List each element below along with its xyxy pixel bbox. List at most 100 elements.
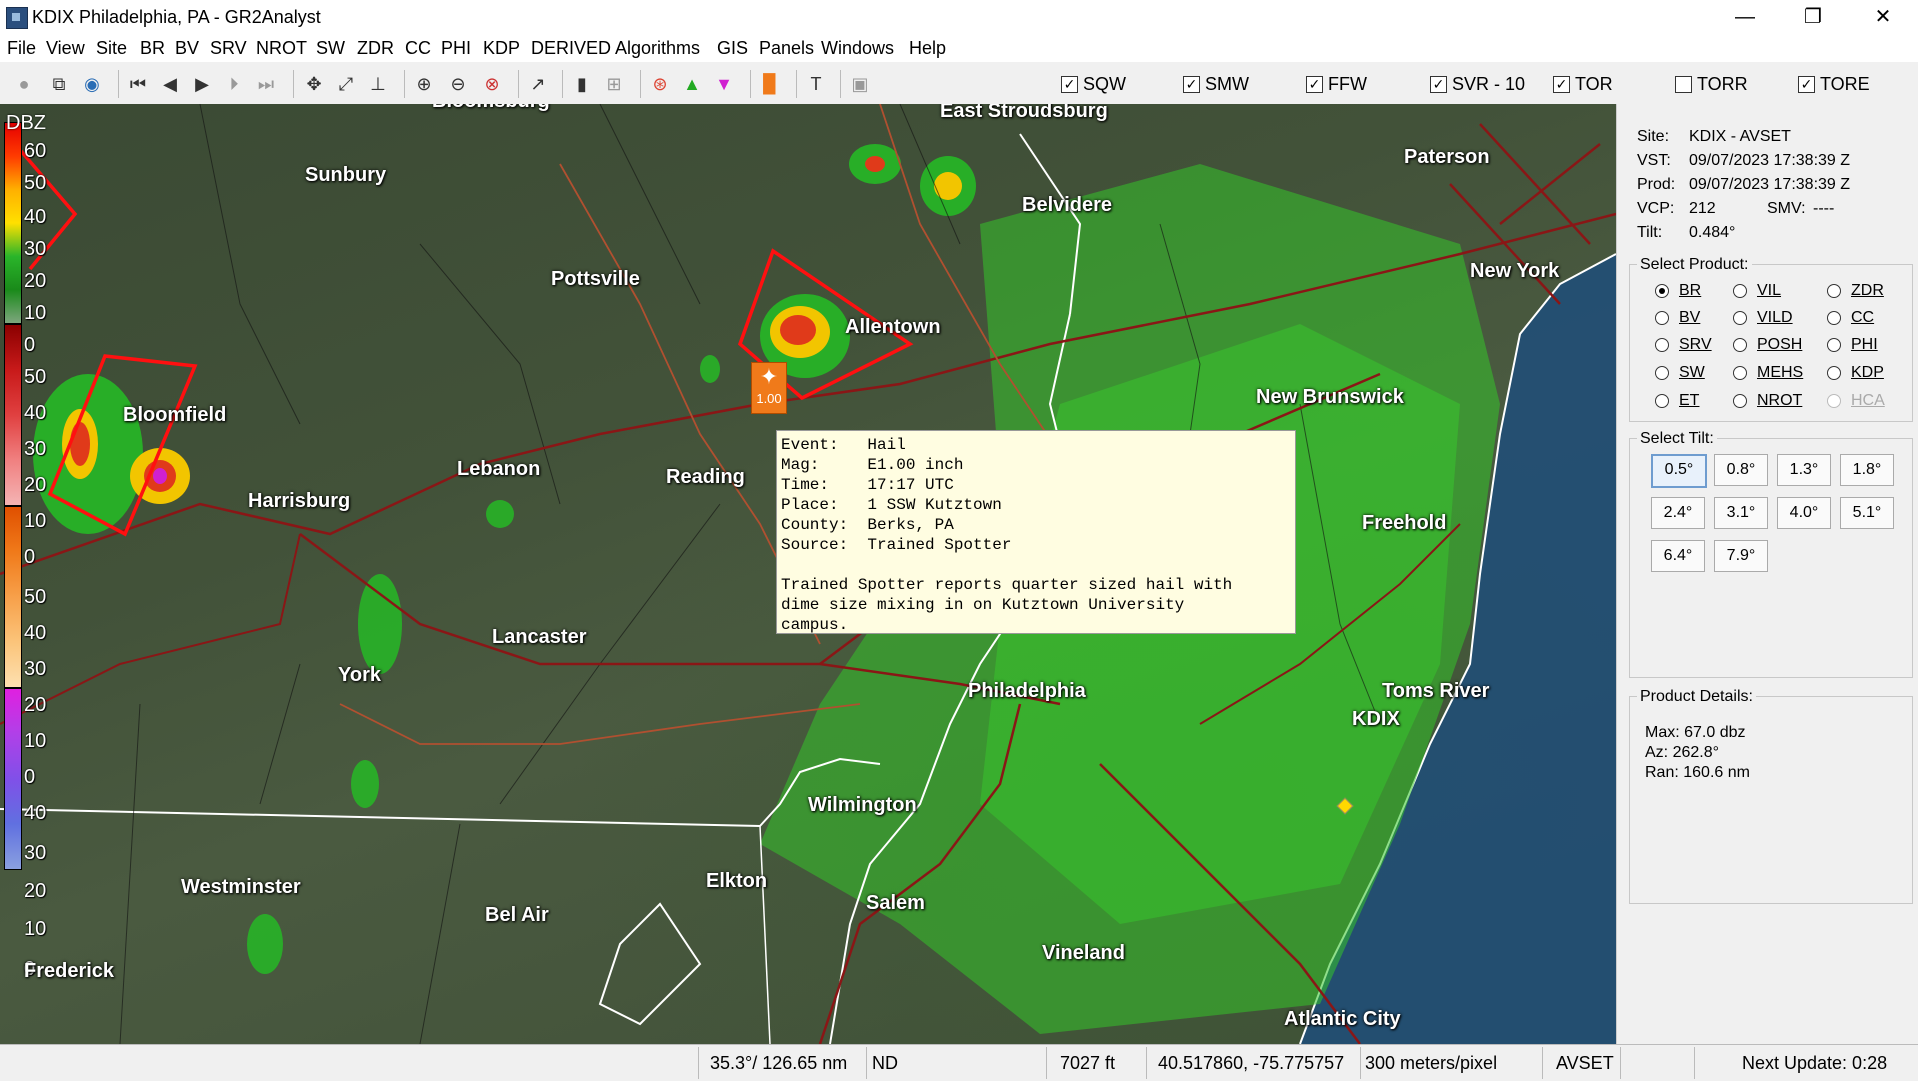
check-sqw[interactable]: ✓ SQW — [1061, 74, 1126, 95]
menu-windows[interactable]: Windows — [821, 38, 894, 59]
tilt-button-1-3[interactable]: 1.3° — [1777, 454, 1831, 486]
hurricane-icon[interactable]: ⊛ — [648, 72, 672, 96]
menu-sw[interactable]: SW — [316, 38, 345, 59]
product-cc[interactable]: CC — [1827, 309, 1874, 327]
globe-disabled-icon[interactable]: ● — [12, 72, 36, 96]
product-kdp[interactable]: KDP — [1827, 364, 1884, 382]
tilt-button-6-4[interactable]: 6.4° — [1651, 540, 1705, 572]
zoom-out-icon[interactable]: ⊖ — [446, 72, 470, 96]
play-icon[interactable]: ▶ — [190, 72, 214, 96]
city-label: Harrisburg — [248, 490, 351, 512]
product-nrot[interactable]: NROT — [1733, 392, 1802, 410]
grid-icon[interactable]: ⊞ — [602, 72, 626, 96]
menu-phi[interactable]: PHI — [441, 38, 471, 59]
product-et[interactable]: ET — [1655, 392, 1699, 410]
layers-icon[interactable]: ⧉ — [47, 72, 71, 96]
product-vil[interactable]: VIL — [1733, 282, 1781, 300]
city-label: Westminster — [181, 876, 301, 898]
scale-label: 10 — [24, 302, 47, 324]
scale-label: 50 — [24, 586, 47, 608]
storm-report-popup: Event: Hail Mag: E1.00 inch Time: 17:17 UT… — [776, 430, 1296, 634]
product-bv[interactable]: BV — [1655, 309, 1700, 327]
city-label: Sunbury — [305, 164, 387, 186]
product-sw[interactable]: SW — [1655, 364, 1705, 382]
product-posh[interactable]: POSH — [1733, 336, 1802, 354]
menu-gis[interactable]: GIS — [717, 38, 748, 59]
menu-zdr[interactable]: ZDR — [357, 38, 394, 59]
frame-icon[interactable]: ▣ — [848, 72, 872, 96]
close-button[interactable]: ✕ — [1848, 0, 1918, 34]
product-zdr[interactable]: ZDR — [1827, 282, 1884, 300]
triangle-down-icon[interactable]: ▼ — [712, 72, 736, 96]
scale-label: 10 — [24, 510, 47, 532]
triangle-up-icon[interactable]: ▲ — [680, 72, 704, 96]
menu-bv[interactable]: BV — [175, 38, 199, 59]
tilt-button-2-4[interactable]: 2.4° — [1651, 497, 1705, 529]
zoom-in-icon[interactable]: ⊕ — [412, 72, 436, 96]
menu-file[interactable]: File — [7, 38, 36, 59]
first-frame-icon[interactable]: ⏮ — [126, 72, 150, 96]
volume-icon[interactable]: ▮ — [570, 72, 594, 96]
city-label: Philadelphia — [968, 680, 1086, 702]
step-back-icon[interactable]: ◀ — [158, 72, 182, 96]
tilt-button-0-5[interactable]: 0.5° — [1651, 454, 1707, 488]
menu-panels[interactable]: Panels — [759, 38, 814, 59]
check-ffw[interactable]: ✓ FFW — [1306, 74, 1367, 95]
menu-derived[interactable]: DERIVED — [531, 38, 611, 59]
text-tool-icon[interactable]: T — [804, 72, 828, 96]
checkbox-sqw-icon: ✓ — [1061, 76, 1078, 93]
pan-icon[interactable]: ✥ — [302, 72, 326, 96]
menu-view[interactable]: View — [46, 38, 85, 59]
last-frame-icon[interactable]: ⏭ — [254, 72, 278, 96]
check-smw[interactable]: ✓ SMW — [1183, 74, 1249, 95]
check-tor[interactable]: ✓ TOR — [1553, 74, 1613, 95]
product-br[interactable]: BR — [1655, 282, 1701, 300]
menu-srv[interactable]: SRV — [210, 38, 247, 59]
check-svr[interactable]: ✓ SVR - 10 — [1430, 74, 1525, 95]
measure-icon[interactable]: ⤢ — [334, 72, 358, 96]
check-tore[interactable]: ✓ TORE — [1798, 74, 1870, 95]
site-label: Site: — [1637, 128, 1670, 145]
menu-help[interactable]: Help — [909, 38, 946, 59]
city-label: Atlantic City — [1284, 1008, 1401, 1030]
cross-section-icon[interactable]: ⊥ — [366, 72, 390, 96]
scale-label: 20 — [24, 270, 47, 292]
step-forward-icon[interactable]: ⏵ — [222, 72, 246, 96]
minimize-button[interactable]: — — [1710, 0, 1780, 34]
vst-value: 09/07/2023 17:38:39 Z — [1689, 152, 1851, 169]
radar-info-panel: Site: KDIX - AVSET VST: 09/07/2023 17:38… — [1616, 104, 1918, 1044]
menu-cc[interactable]: CC — [405, 38, 431, 59]
scale-label: 40 — [24, 206, 47, 228]
check-torr[interactable]: TORR — [1675, 74, 1748, 95]
popup-line: campus. — [781, 616, 849, 634]
product-mehs[interactable]: MEHS — [1733, 364, 1803, 382]
tilt-button-4-0[interactable]: 4.0° — [1777, 497, 1831, 529]
menu-kdp[interactable]: KDP — [483, 38, 520, 59]
status-site: AVSET — [1556, 1053, 1614, 1073]
arrow-tool-icon[interactable]: ↗ — [526, 72, 550, 96]
product-vild[interactable]: VILD — [1733, 309, 1793, 327]
menu-algorithms[interactable]: Algorithms — [615, 38, 700, 59]
status-next-update: Next Update: 0:28 — [1742, 1053, 1888, 1073]
tilt-button-5-1[interactable]: 5.1° — [1840, 497, 1894, 529]
radar-map[interactable]: 60 50 40 30 20 10 0 50 40 30 20 10 0 50 … — [0, 104, 1616, 1044]
menu-nrot[interactable]: NROT — [256, 38, 307, 59]
zoom-reset-icon[interactable]: ⊗ — [480, 72, 504, 96]
scale-label: 30 — [24, 842, 47, 864]
tilt-button-3-1[interactable]: 3.1° — [1714, 497, 1768, 529]
tilt-button-0-8[interactable]: 0.8° — [1714, 454, 1768, 486]
city-label: York — [338, 664, 381, 686]
checkbox-tore-icon: ✓ — [1798, 76, 1815, 93]
tilt-button-7-9[interactable]: 7.9° — [1714, 540, 1768, 572]
tilt-button-1-8[interactable]: 1.8° — [1840, 454, 1894, 486]
vcp-value: 212 — [1689, 200, 1716, 217]
hail-report-marker[interactable]: ✦ 1.00 — [751, 362, 787, 414]
menu-site[interactable]: Site — [96, 38, 127, 59]
menu-br[interactable]: BR — [140, 38, 165, 59]
scale-label: 30 — [24, 438, 47, 460]
report-icon[interactable]: ▉ — [758, 72, 782, 96]
maximize-button[interactable]: ❐ — [1778, 0, 1848, 34]
globe-icon[interactable]: ◉ — [80, 72, 104, 96]
product-srv[interactable]: SRV — [1655, 336, 1712, 354]
product-phi[interactable]: PHI — [1827, 336, 1878, 354]
